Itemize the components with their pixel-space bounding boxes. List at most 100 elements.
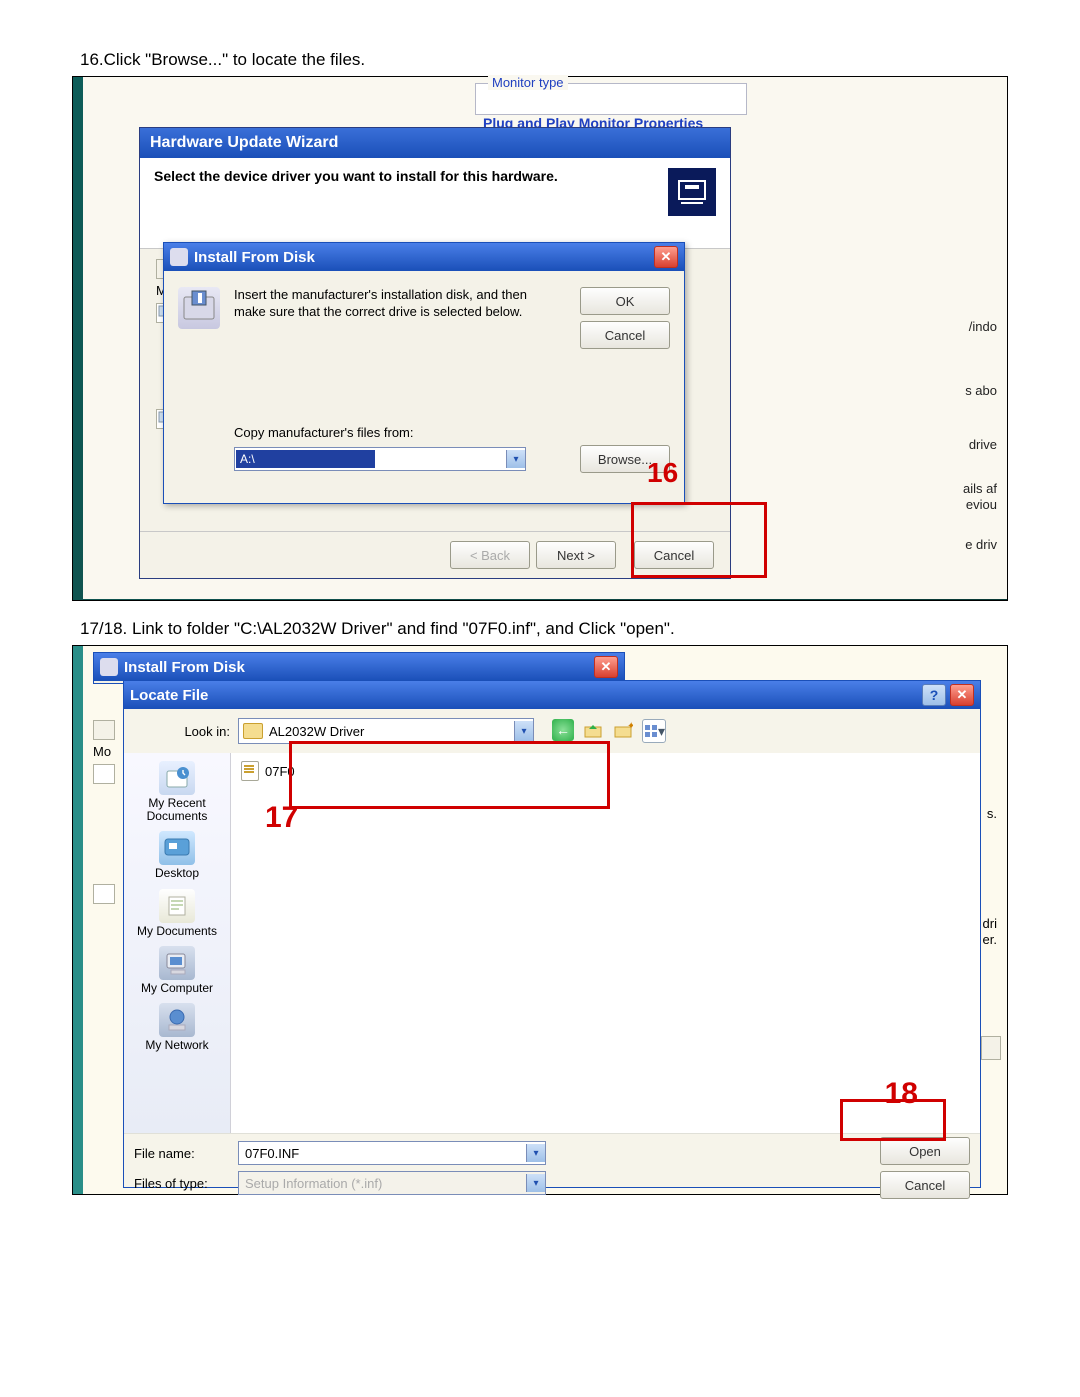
desktop-icon bbox=[159, 831, 195, 865]
mynet-icon bbox=[159, 1003, 195, 1037]
install-from-disk-dialog: Install From Disk ✕ Insert the manufactu… bbox=[163, 242, 685, 504]
bg-text-frag-f: e driv bbox=[965, 537, 997, 552]
screenshot-16: Monitor type Plug and Play Monitor Prope… bbox=[72, 76, 1008, 601]
mycomp-icon bbox=[159, 946, 195, 980]
svg-text:✦: ✦ bbox=[627, 721, 633, 732]
bg-text-frag-b: s abo bbox=[965, 383, 997, 398]
ifd-body: Insert the manufacturer's installation d… bbox=[164, 271, 684, 495]
monitor-type-label: Monitor type bbox=[488, 75, 568, 90]
disk-icon bbox=[170, 248, 188, 266]
ifd-titlebar: Install From Disk ✕ bbox=[164, 243, 684, 271]
filename-combo[interactable]: 07F0.INF ▾ bbox=[238, 1141, 546, 1165]
model-label-peek-2: Mo bbox=[93, 744, 111, 759]
ifd2-title: Install From Disk bbox=[100, 658, 245, 676]
open-button[interactable]: Open bbox=[880, 1137, 970, 1165]
file-list-area[interactable]: 07F0 17 bbox=[231, 753, 980, 1133]
ifd-title: Install From Disk bbox=[170, 248, 315, 266]
file-item-07f0[interactable]: 07F0 bbox=[241, 761, 970, 781]
toolbar-icons: ← ✦ ▾ bbox=[552, 719, 666, 743]
bg-button-frag bbox=[981, 1036, 1001, 1060]
bg-text-frag-d: ails af bbox=[963, 481, 997, 496]
locate-body: My Recent Documents Desktop My Documents bbox=[124, 753, 980, 1133]
inf-file-icon bbox=[241, 761, 259, 781]
place-mydocs-label: My Documents bbox=[137, 925, 217, 938]
bg-text-frag-e: eviou bbox=[966, 497, 997, 512]
copy-from-label: Copy manufacturer's files from: bbox=[234, 425, 414, 440]
locate-file-dialog: Locate File ? ✕ Look in: AL2032W Driver … bbox=[123, 680, 981, 1188]
locate-cancel-button[interactable]: Cancel bbox=[880, 1171, 970, 1199]
callout-16: 16 bbox=[647, 457, 678, 489]
filetype-label: Files of type: bbox=[134, 1176, 228, 1191]
floppy-drive-icon bbox=[178, 287, 220, 329]
wizard-hardware-icon bbox=[668, 168, 716, 216]
help-button[interactable]: ? bbox=[922, 684, 946, 706]
bg-text-frag-a: /indo bbox=[969, 319, 997, 334]
back-button[interactable]: < Back bbox=[450, 541, 530, 569]
bg-text-frag2-b: er. bbox=[983, 932, 997, 947]
wizard-button-row: < Back Next > Cancel bbox=[140, 531, 730, 578]
ifd-cancel-button[interactable]: Cancel bbox=[580, 321, 670, 349]
locate-bottom-row: File name: 07F0.INF ▾ Files of type: Set… bbox=[124, 1133, 980, 1202]
new-folder-icon[interactable]: ✦ bbox=[612, 719, 634, 741]
ifd2-titlebar: Install From Disk ✕ bbox=[94, 653, 624, 681]
place-mycomp-label: My Computer bbox=[141, 982, 213, 995]
folder-up-icon[interactable] bbox=[582, 719, 604, 741]
wizard-header: Select the device driver you want to ins… bbox=[140, 158, 730, 249]
lookin-value: AL2032W Driver bbox=[269, 724, 364, 739]
ifd-close-button[interactable]: ✕ bbox=[654, 246, 678, 268]
lookin-label: Look in: bbox=[134, 724, 230, 739]
screenshot-17-18: Install From Disk ✕ Mo Locate File ? ✕ L… bbox=[72, 645, 1008, 1195]
locate-titlebar: Locate File ? ✕ bbox=[124, 681, 980, 709]
ifd-message: Insert the manufacturer's installation d… bbox=[234, 287, 534, 321]
locate-title-text: Locate File bbox=[130, 687, 208, 704]
ifd2-close-button[interactable]: ✕ bbox=[594, 656, 618, 678]
monitor-type-group: Monitor type bbox=[475, 83, 747, 115]
copy-from-dropdown-icon[interactable]: ▾ bbox=[506, 450, 525, 468]
folder-icon bbox=[243, 723, 263, 739]
compat-checkbox-peek-2[interactable] bbox=[93, 720, 115, 740]
places-bar: My Recent Documents Desktop My Documents bbox=[124, 753, 231, 1133]
lookin-combo[interactable]: AL2032W Driver ▾ bbox=[238, 718, 534, 744]
step1718-instruction: 17/18. Link to folder "C:\AL2032W Driver… bbox=[80, 619, 1008, 639]
file-item-label: 07F0 bbox=[265, 764, 295, 779]
wizard-cancel-button[interactable]: Cancel bbox=[634, 541, 714, 569]
views-icon[interactable]: ▾ bbox=[642, 719, 666, 743]
disk-icon-2 bbox=[100, 658, 118, 676]
filename-label: File name: bbox=[134, 1146, 228, 1161]
bg-text-frag2-a: dri bbox=[983, 916, 997, 931]
ifd-ok-button[interactable]: OK bbox=[580, 287, 670, 315]
place-desktop[interactable]: Desktop bbox=[124, 831, 230, 880]
copy-from-combo[interactable]: ▾ bbox=[234, 447, 526, 471]
next-button[interactable]: Next > bbox=[536, 541, 616, 569]
bg-text-frag2-c: s. bbox=[987, 806, 997, 821]
list-peek-2b bbox=[93, 884, 115, 904]
filetype-value: Setup Information (*.inf) bbox=[245, 1176, 382, 1191]
filename-value: 07F0.INF bbox=[245, 1146, 299, 1161]
filename-dropdown-icon[interactable]: ▾ bbox=[526, 1144, 545, 1162]
wizard-heading-text: Select the device driver you want to ins… bbox=[154, 168, 716, 184]
place-mycomp[interactable]: My Computer bbox=[124, 946, 230, 995]
back-icon[interactable]: ← bbox=[552, 719, 574, 741]
locate-close-button[interactable]: ✕ bbox=[950, 684, 974, 706]
callout-18: 18 bbox=[885, 1077, 918, 1111]
place-recent-label: My Recent Documents bbox=[124, 797, 230, 823]
place-mynet-label: My Network bbox=[145, 1039, 208, 1052]
filetype-combo: Setup Information (*.inf) ▾ bbox=[238, 1171, 546, 1195]
ifd2-title-text: Install From Disk bbox=[124, 659, 245, 676]
copy-from-input[interactable] bbox=[236, 450, 375, 468]
lookin-dropdown-icon[interactable]: ▾ bbox=[514, 721, 533, 741]
ifd-title-text: Install From Disk bbox=[194, 249, 315, 266]
mydocs-icon bbox=[159, 889, 195, 923]
place-desktop-label: Desktop bbox=[155, 867, 199, 880]
place-mynet[interactable]: My Network bbox=[124, 1003, 230, 1052]
locate-toolbar: Look in: AL2032W Driver ▾ ← ✦ ▾ bbox=[124, 709, 980, 753]
recent-icon bbox=[159, 761, 195, 795]
callout-17: 17 bbox=[265, 801, 298, 835]
place-recent[interactable]: My Recent Documents bbox=[124, 761, 230, 823]
place-mydocs[interactable]: My Documents bbox=[124, 889, 230, 938]
step16-instruction: 16.Click "Browse..." to locate the files… bbox=[80, 50, 1008, 70]
filetype-dropdown-icon: ▾ bbox=[526, 1174, 545, 1192]
list-peek-2a bbox=[93, 764, 115, 784]
wizard-titlebar: Hardware Update Wizard bbox=[140, 128, 730, 158]
bg-text-frag-c: drive bbox=[969, 437, 997, 452]
